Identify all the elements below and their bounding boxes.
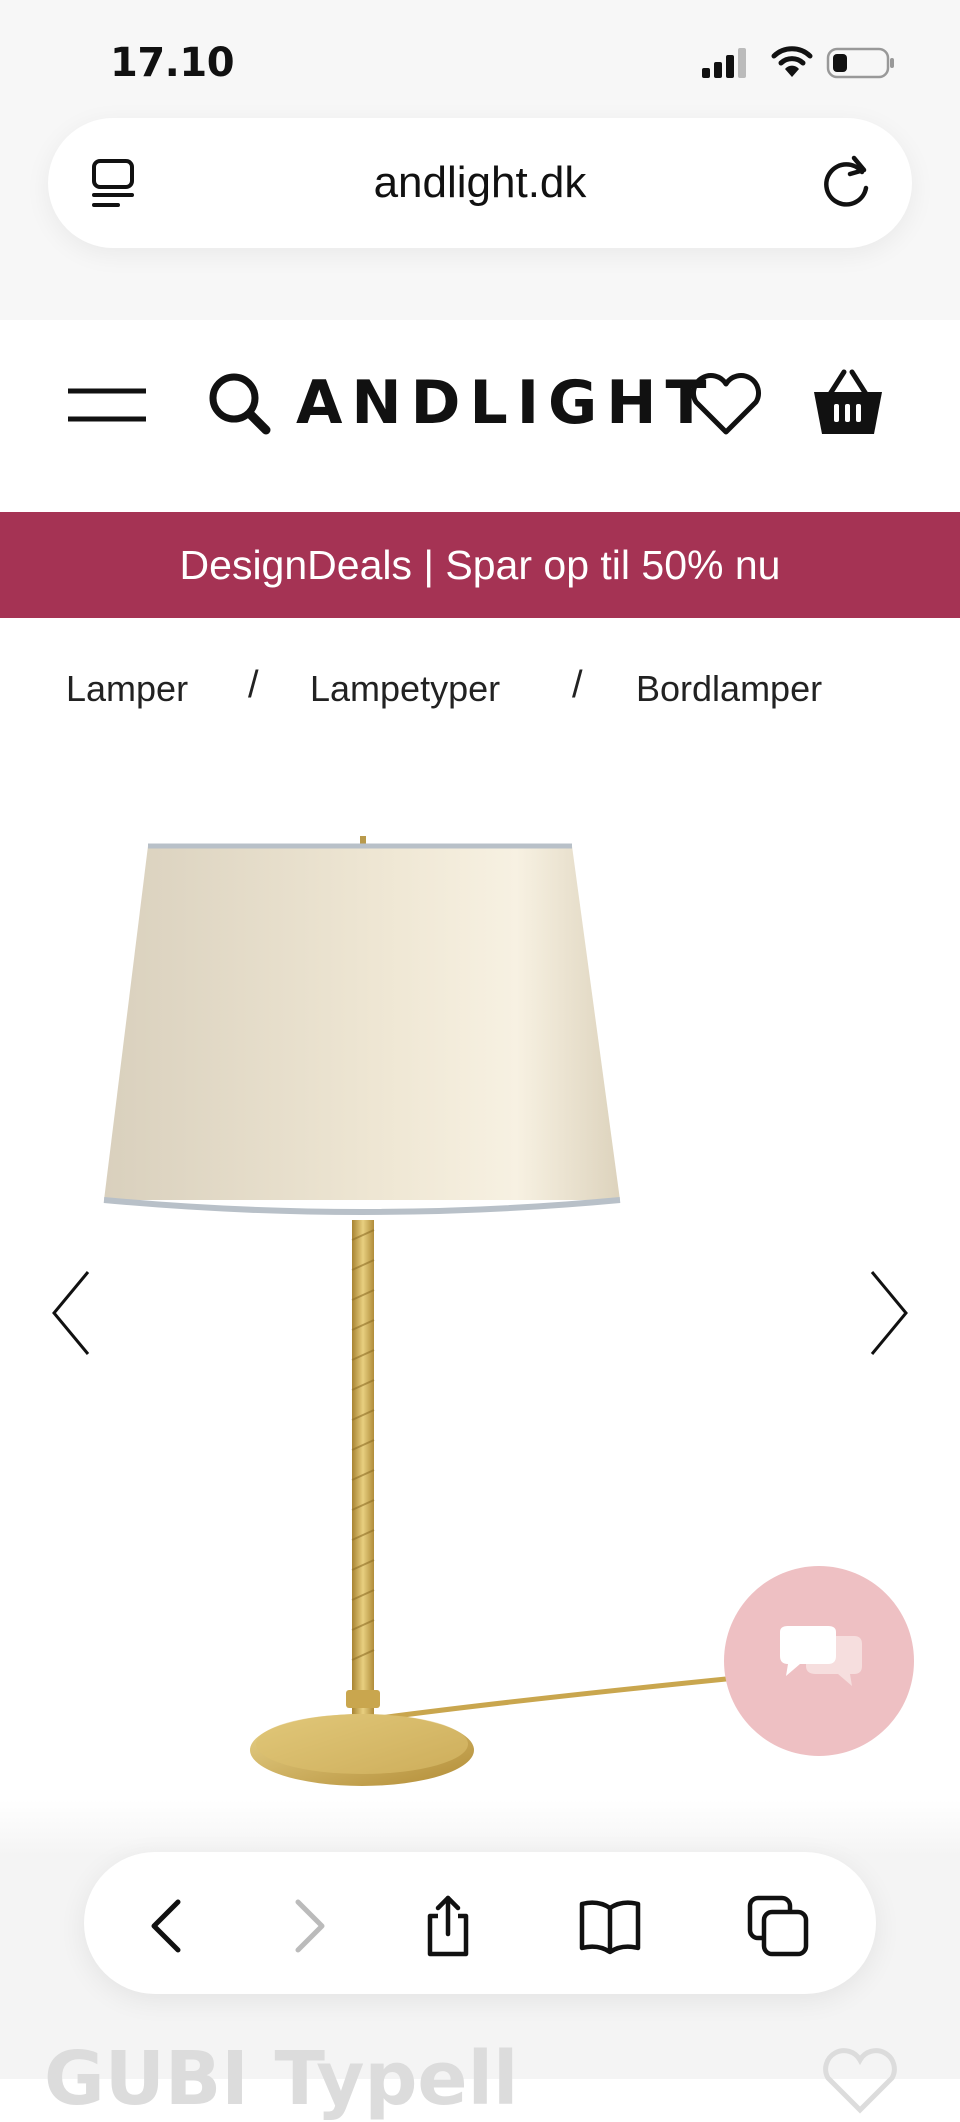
basket-icon[interactable] xyxy=(810,364,886,440)
site-logo[interactable]: ANDLIGHT xyxy=(296,368,715,438)
menu-icon[interactable] xyxy=(66,385,148,425)
search-icon[interactable] xyxy=(206,370,272,436)
breadcrumb-item-bordlamper[interactable]: Bordlamper xyxy=(636,668,822,710)
battery-icon xyxy=(826,47,894,79)
heart-icon[interactable] xyxy=(688,372,764,438)
status-time: 17.10 xyxy=(110,40,235,86)
url-text[interactable]: andlight.dk xyxy=(0,158,960,208)
breadcrumb-item-lampetyper[interactable]: Lampetyper xyxy=(310,668,500,710)
reload-icon[interactable] xyxy=(818,152,876,212)
breadcrumb-separator: / xyxy=(572,664,583,706)
wishlist-heart-icon[interactable] xyxy=(818,2046,902,2116)
chat-icon xyxy=(780,1626,862,1686)
breadcrumb-separator: / xyxy=(248,664,259,706)
forward-icon[interactable] xyxy=(278,1894,342,1958)
bookmarks-icon[interactable] xyxy=(578,1894,642,1958)
tabs-overview-icon[interactable] xyxy=(746,1894,810,1958)
breadcrumb-item-lamper[interactable]: Lamper xyxy=(66,668,188,710)
product-image xyxy=(103,836,737,1786)
carousel-next-arrow[interactable] xyxy=(868,1268,912,1358)
product-title-peek: GUBI Typell xyxy=(44,2036,519,2122)
back-icon[interactable] xyxy=(134,1894,198,1958)
wifi-icon xyxy=(771,46,813,77)
carousel-prev-arrow[interactable] xyxy=(48,1268,92,1358)
promo-banner[interactable]: DesignDeals | Spar op til 50% nu xyxy=(0,512,960,618)
tabs-icon[interactable] xyxy=(88,155,144,211)
share-icon[interactable] xyxy=(416,1894,480,1958)
signal-icon xyxy=(702,48,746,78)
